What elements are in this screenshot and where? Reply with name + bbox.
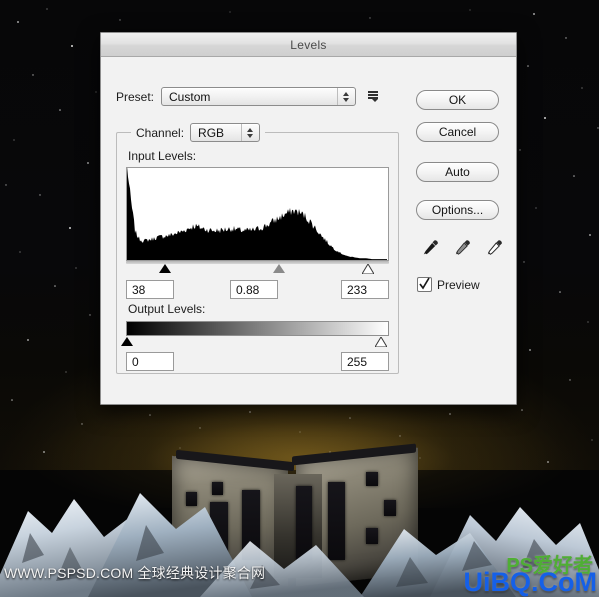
dialog-titlebar[interactable]: Levels (101, 33, 516, 57)
channel-row: Channel: RGB (131, 123, 266, 142)
output-black-field[interactable]: 0 (126, 352, 174, 371)
input-gamma-field[interactable]: 0.88 (230, 280, 278, 299)
preview-row[interactable]: Preview (417, 277, 480, 292)
eyedropper-group (421, 238, 504, 257)
input-white-point-handle[interactable] (361, 264, 374, 274)
set-white-point-eyedropper-icon[interactable] (485, 238, 504, 257)
preset-dropdown[interactable]: Custom (161, 87, 357, 106)
options-button[interactable]: Options... (416, 200, 499, 220)
ok-button[interactable]: OK (416, 90, 499, 110)
preview-checkbox[interactable] (417, 277, 432, 292)
input-gamma-handle[interactable] (272, 264, 285, 273)
stepper-arrows-icon[interactable] (241, 124, 257, 141)
preset-label: Preset: (116, 89, 155, 104)
levels-dialog: Levels Preset: Custom Channel: RGB Input… (100, 32, 517, 405)
output-levels-label: Output Levels: (128, 302, 206, 316)
histogram-plot (127, 168, 387, 260)
cancel-button[interactable]: Cancel (416, 122, 499, 142)
input-black-field[interactable]: 38 (126, 280, 174, 299)
preset-value: Custom (169, 89, 211, 104)
input-levels-label: Input Levels: (128, 149, 197, 163)
set-black-point-eyedropper-icon[interactable] (421, 238, 440, 257)
input-black-point-handle[interactable] (159, 264, 172, 273)
channel-value: RGB (198, 125, 225, 140)
stepper-arrows-icon[interactable] (337, 88, 353, 105)
histogram (126, 167, 389, 261)
levels-groupbox: Channel: RGB Input Levels: 38 0.88 233 O… (116, 123, 399, 374)
dialog-body: Preset: Custom Channel: RGB Input Levels… (101, 57, 516, 404)
watermark-uibq-logo: UiBQ.CoM (463, 567, 597, 597)
dialog-title: Levels (290, 37, 327, 52)
channel-dropdown[interactable]: RGB (190, 123, 261, 142)
watermark-right: PS爱好者 UiBQ.CoM (457, 549, 597, 597)
channel-label: Channel: (136, 125, 185, 140)
set-gray-point-eyedropper-icon[interactable] (453, 238, 472, 257)
preset-menu-icon[interactable] (366, 90, 380, 103)
preset-row: Preset: Custom (116, 87, 380, 106)
input-white-field[interactable]: 233 (341, 280, 389, 299)
output-white-point-handle[interactable] (375, 337, 387, 347)
auto-button[interactable]: Auto (416, 162, 499, 182)
output-gradient-bar[interactable] (126, 321, 389, 336)
preview-label: Preview (437, 277, 480, 292)
output-black-point-handle[interactable] (121, 337, 133, 346)
watermark-left: WWW.PSPSD.COM 全球经典设计聚合网 (4, 565, 266, 581)
output-white-field[interactable]: 255 (341, 352, 389, 371)
